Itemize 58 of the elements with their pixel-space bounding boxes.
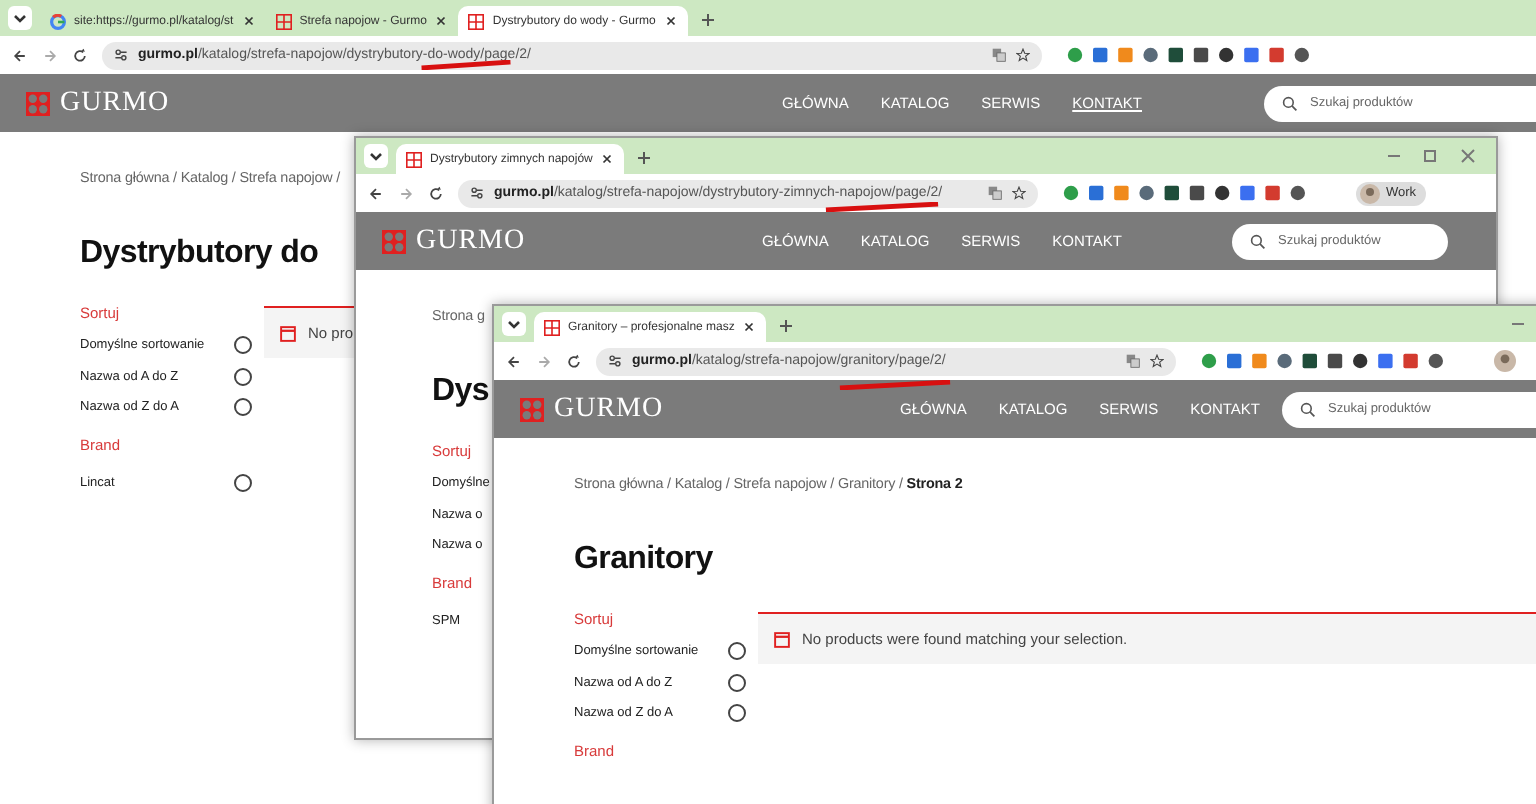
page-title: Dys — [432, 372, 489, 412]
close-icon[interactable] — [742, 320, 757, 334]
grid-logo-icon — [275, 13, 292, 29]
google-icon — [50, 13, 66, 29]
annotation-underline — [824, 202, 940, 212]
reload-icon[interactable] — [566, 353, 582, 369]
translate-icon[interactable] — [992, 48, 1006, 62]
star-icon[interactable] — [1150, 354, 1164, 368]
chevron-down-icon[interactable] — [502, 312, 526, 336]
new-tab-icon[interactable] — [636, 150, 653, 166]
calendar-icon — [774, 631, 790, 647]
logo-text: GURMO — [416, 225, 526, 257]
site-settings-icon[interactable] — [608, 354, 622, 368]
grid-logo-icon — [468, 13, 485, 29]
avatar-icon[interactable] — [1494, 350, 1516, 372]
site-settings-icon[interactable] — [470, 186, 484, 200]
search-icon — [1250, 233, 1266, 249]
new-tab-icon[interactable] — [699, 12, 716, 28]
back-icon[interactable] — [368, 185, 384, 201]
close-icon[interactable] — [600, 152, 615, 166]
back-icon[interactable] — [12, 47, 28, 63]
close-icon[interactable] — [434, 14, 449, 28]
translate-icon[interactable] — [988, 186, 1002, 200]
radio-button[interactable] — [234, 336, 252, 355]
logo-icon — [382, 229, 406, 253]
logo-text: GURMO — [60, 87, 170, 119]
reload-icon[interactable] — [428, 185, 444, 201]
page-title: Granitory — [574, 540, 713, 580]
annotation-underline — [420, 60, 512, 70]
search-icon — [1282, 95, 1298, 111]
star-icon[interactable] — [1016, 48, 1030, 62]
grid-logo-icon — [406, 151, 422, 167]
chevron-down-icon[interactable] — [364, 144, 388, 168]
translate-icon[interactable] — [1126, 354, 1140, 368]
avatar-icon — [1360, 183, 1380, 203]
radio-button[interactable] — [728, 704, 746, 723]
calendar-icon — [280, 325, 296, 341]
grid-logo-icon — [544, 319, 560, 335]
logo-text: GURMO — [554, 393, 664, 425]
radio-button[interactable] — [234, 367, 252, 386]
radio-button[interactable] — [728, 642, 746, 661]
reload-icon[interactable] — [72, 47, 88, 63]
back-icon[interactable] — [506, 353, 522, 369]
radio-button[interactable] — [728, 673, 746, 692]
page-title: Dystrybutory do — [80, 234, 319, 274]
logo-icon — [520, 397, 544, 421]
search-icon — [1300, 401, 1316, 417]
annotation-underline — [838, 380, 952, 390]
radio-button[interactable] — [234, 473, 252, 492]
chevron-down-icon[interactable] — [8, 6, 32, 30]
close-icon[interactable] — [663, 14, 678, 28]
new-tab-icon[interactable] — [778, 318, 795, 334]
star-icon[interactable] — [1012, 186, 1026, 200]
window-controls-drawing[interactable] — [1388, 148, 1476, 164]
logo-icon — [26, 91, 50, 115]
site-settings-icon[interactable] — [114, 48, 128, 62]
close-icon[interactable] — [241, 14, 256, 28]
radio-button[interactable] — [234, 398, 252, 417]
